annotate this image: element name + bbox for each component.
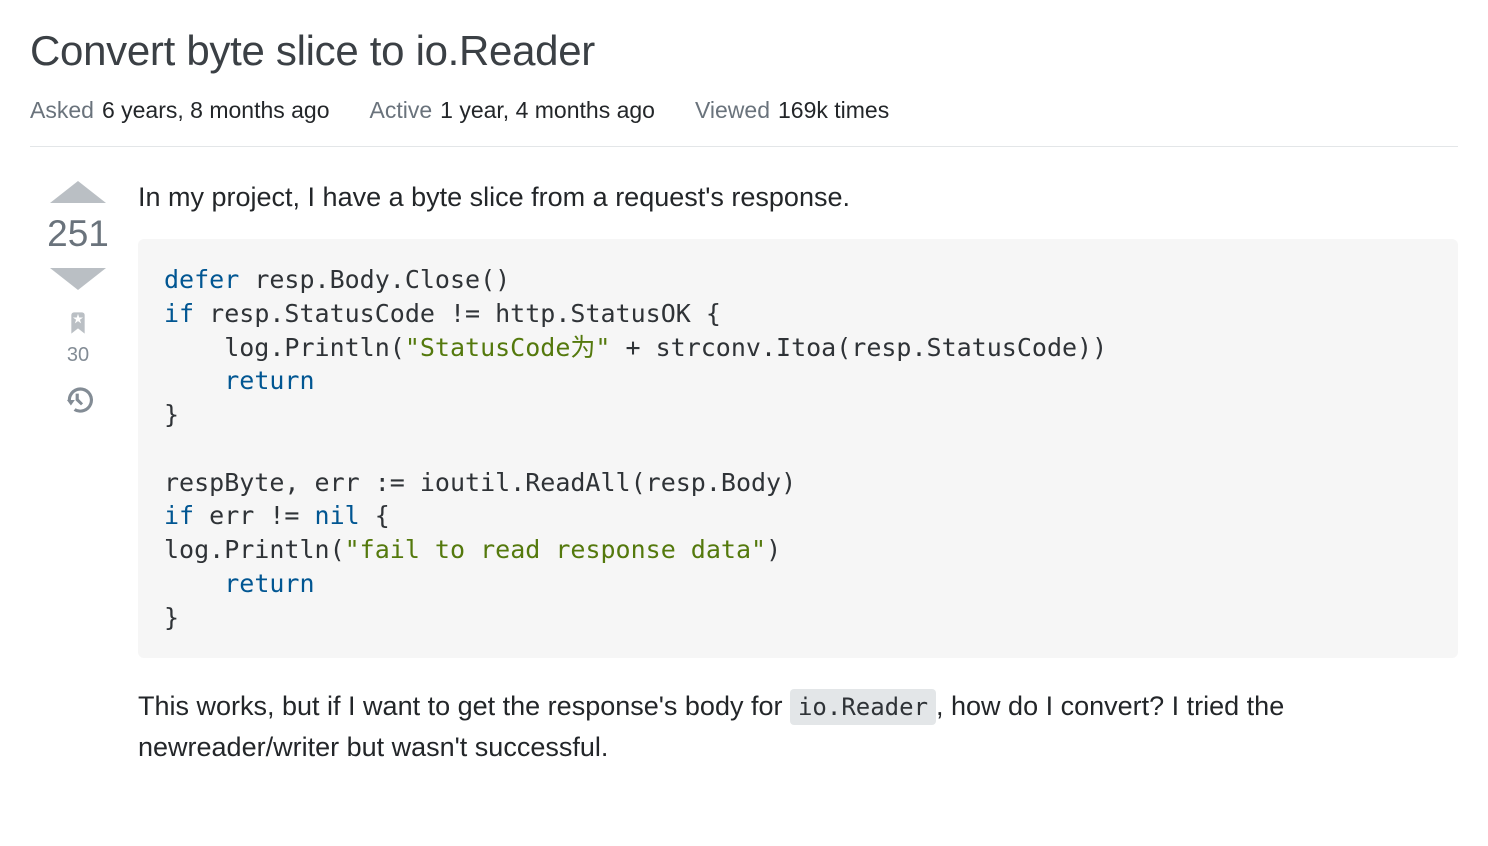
history-icon[interactable] [63,385,93,415]
meta-asked-value: 6 years, 8 months ago [102,97,330,123]
bookmark-count: 30 [67,344,89,367]
meta-viewed-value: 169k times [778,97,889,123]
post-intro: In my project, I have a byte slice from … [138,177,1458,218]
upvote-button[interactable] [50,181,106,203]
vote-score: 251 [47,215,109,252]
question-title[interactable]: Convert byte slice to io.Reader [30,24,1458,79]
post-followup: This works, but if I want to get the res… [138,686,1458,767]
code-block: defer resp.Body.Close() if resp.StatusCo… [138,239,1458,658]
bookmark-button[interactable]: 30 [66,308,90,367]
meta-asked: Asked 6 years, 8 months ago [30,97,330,124]
meta-asked-label: Asked [30,97,94,123]
meta-active: Active 1 year, 4 months ago [370,97,655,124]
meta-viewed: Viewed 169k times [695,97,889,124]
post-layout: 251 30 In my project, I have a byte slic… [30,147,1458,790]
post-body: In my project, I have a byte slice from … [126,177,1458,790]
bookmark-icon [66,308,90,338]
meta-viewed-label: Viewed [695,97,770,123]
meta-active-value: 1 year, 4 months ago [440,97,655,123]
meta-active-label: Active [370,97,433,123]
question-meta: Asked 6 years, 8 months ago Active 1 year,… [30,97,1458,147]
downvote-button[interactable] [50,268,106,290]
inline-code-io-reader: io.Reader [790,689,936,725]
vote-cell: 251 30 [30,177,126,790]
